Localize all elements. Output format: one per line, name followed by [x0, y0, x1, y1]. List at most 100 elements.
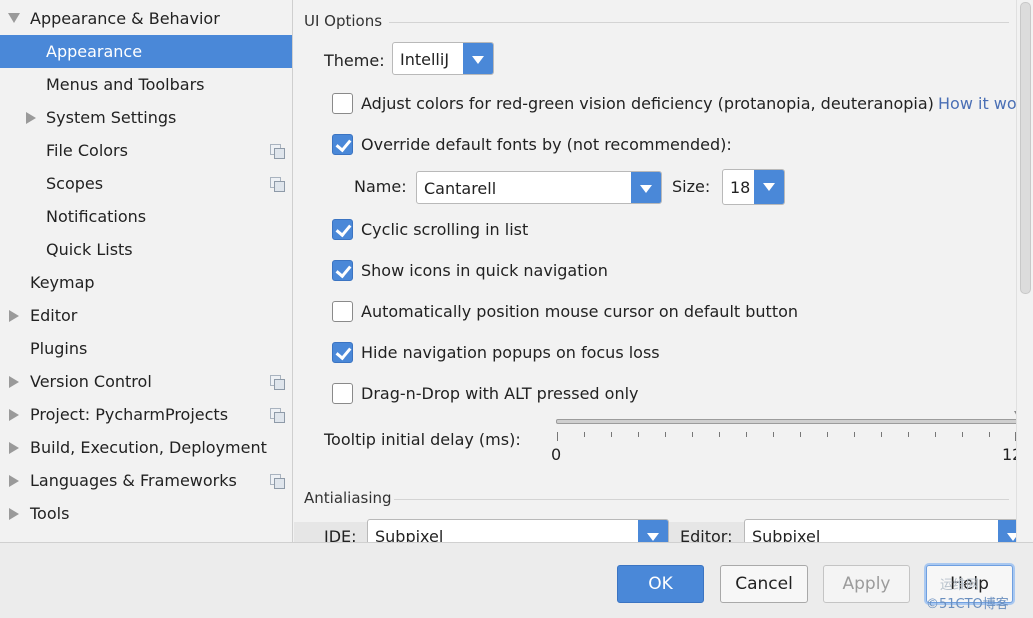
tree-item-label: Appearance [46, 42, 143, 61]
cyclic-scrolling-checkbox[interactable] [332, 219, 353, 240]
tree-item-menus-toolbars[interactable]: Menus and Toolbars [0, 68, 292, 101]
tree-item-build-execution[interactable]: Build, Execution, Deployment [0, 431, 292, 464]
chevron-down-icon[interactable] [998, 520, 1016, 542]
scrollbar-thumb[interactable] [1020, 2, 1031, 294]
chevron-right-icon[interactable] [9, 475, 19, 487]
cancel-button[interactable]: Cancel [720, 565, 808, 603]
tree-item-label: System Settings [46, 108, 177, 127]
slider-tick [638, 432, 639, 437]
chevron-right-icon[interactable] [9, 409, 19, 421]
drag-drop-label: Drag-n-Drop with ALT pressed only [361, 384, 639, 403]
tree-item-appearance-behavior[interactable]: Appearance & Behavior [0, 2, 292, 35]
chevron-right-icon[interactable] [26, 112, 36, 124]
editor-antialias-label: Editor: [680, 527, 733, 542]
slider-tick [773, 432, 774, 437]
ide-antialias-combo[interactable]: Subpixel [367, 519, 669, 542]
font-size-combo[interactable]: 18 [722, 169, 785, 205]
tree-item-quick-lists[interactable]: Quick Lists [0, 233, 292, 266]
how-it-works-link[interactable]: How it wor [938, 94, 1016, 113]
override-fonts-checkbox[interactable] [332, 134, 353, 155]
tree-item-keymap[interactable]: Keymap [0, 266, 292, 299]
auto-position-checkbox[interactable] [332, 301, 353, 322]
chevron-down-icon[interactable] [631, 172, 661, 203]
adjust-colors-label: Adjust colors for red-green vision defic… [361, 94, 934, 113]
tree-item-version-control[interactable]: Version Control [0, 365, 292, 398]
slider-tick [827, 432, 828, 437]
tooltip-min-label: 0 [551, 445, 562, 464]
tree-item-system-settings[interactable]: System Settings [0, 101, 292, 134]
slider-tick [989, 432, 990, 437]
tree-item-notifications[interactable]: Notifications [0, 200, 292, 233]
tree-item-label: Build, Execution, Deployment [30, 438, 267, 457]
hide-popups-checkbox[interactable] [332, 342, 353, 363]
appearance-settings-panel: UI Options Theme: IntelliJ Adjust colors… [294, 0, 1016, 542]
section-divider [394, 499, 1009, 500]
tree-item-label: Scopes [46, 174, 104, 193]
font-name-value: Cantarell [424, 179, 497, 198]
tree-item-label: Languages & Frameworks [30, 471, 237, 490]
tree-item-project[interactable]: Project: PycharmProjects [0, 398, 292, 431]
tree-item-label: Project: PycharmProjects [30, 405, 229, 424]
chevron-down-icon[interactable] [754, 170, 784, 204]
slider-tick [881, 432, 882, 437]
slider-tick [746, 432, 747, 437]
vertical-scrollbar[interactable] [1016, 0, 1033, 542]
auto-position-label: Automatically position mouse cursor on d… [361, 302, 799, 321]
tree-item-label: Editor [30, 306, 78, 325]
show-icons-checkbox[interactable] [332, 260, 353, 281]
font-name-label: Name: [354, 177, 407, 196]
tree-item-label: Keymap [30, 273, 95, 292]
watermark-line2: ©51CTO博客 [926, 597, 1009, 612]
copy-icon [270, 408, 285, 423]
tooltip-delay-slider[interactable] [556, 419, 1016, 424]
theme-value: IntelliJ [400, 50, 450, 69]
watermark-line1: 运维网 [940, 578, 980, 593]
copy-icon [270, 177, 285, 192]
override-fonts-label: Override default fonts by (not recommend… [361, 135, 732, 154]
slider-tick [557, 432, 558, 441]
tree-item-appearance[interactable]: Appearance [0, 35, 292, 68]
font-name-combo[interactable]: Cantarell [416, 171, 662, 204]
slider-tick [800, 432, 801, 437]
chevron-right-icon[interactable] [9, 376, 19, 388]
dialog-footer: OK Cancel Apply Help [0, 542, 1033, 618]
chevron-down-icon[interactable] [463, 43, 493, 74]
tree-item-plugins[interactable]: Plugins [0, 332, 292, 365]
tree-item-scopes[interactable]: Scopes [0, 167, 292, 200]
ok-button[interactable]: OK [617, 565, 704, 603]
chevron-right-icon[interactable] [9, 508, 19, 520]
tree-item-languages-frameworks[interactable]: Languages & Frameworks [0, 464, 292, 497]
slider-tick [854, 432, 855, 437]
ide-antialias-value: Subpixel [375, 527, 444, 542]
chevron-right-icon[interactable] [9, 442, 19, 454]
theme-label: Theme: [324, 51, 385, 70]
apply-button[interactable]: Apply [823, 565, 910, 603]
tree-item-label: Plugins [30, 339, 88, 358]
tree-item-editor[interactable]: Editor [0, 299, 292, 332]
antialiasing-title: Antialiasing [304, 489, 392, 507]
hide-popups-label: Hide navigation popups on focus loss [361, 343, 660, 362]
slider-tick [584, 432, 585, 437]
slider-tick [908, 432, 909, 437]
tree-item-file-colors[interactable]: File Colors [0, 134, 292, 167]
tree-item-label: File Colors [46, 141, 128, 160]
editor-antialias-value: Subpixel [752, 527, 821, 542]
tooltip-delay-label: Tooltip initial delay (ms): [324, 430, 521, 449]
chevron-right-icon[interactable] [9, 310, 19, 322]
tree-item-label: Menus and Toolbars [46, 75, 205, 94]
slider-tick [935, 432, 936, 437]
tree-item-label: Appearance & Behavior [30, 9, 220, 28]
editor-antialias-combo[interactable]: Subpixel [744, 519, 1016, 542]
chevron-down-icon[interactable] [638, 520, 668, 542]
section-divider [389, 22, 1009, 23]
ide-antialias-label: IDE: [324, 527, 357, 542]
theme-combo[interactable]: IntelliJ [392, 42, 494, 75]
chevron-down-icon[interactable] [8, 13, 20, 23]
adjust-colors-checkbox[interactable] [332, 93, 353, 114]
font-size-value: 18 [730, 178, 751, 197]
tree-item-tools[interactable]: Tools [0, 497, 292, 530]
slider-tick [665, 432, 666, 437]
slider-tick [719, 432, 720, 437]
drag-drop-checkbox[interactable] [332, 383, 353, 404]
tree-item-label: Quick Lists [46, 240, 133, 259]
